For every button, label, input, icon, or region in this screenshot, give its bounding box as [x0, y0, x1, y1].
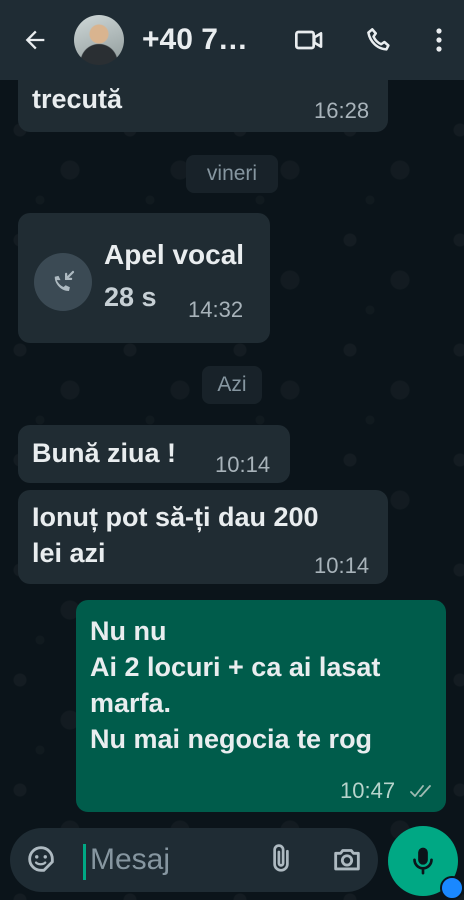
- avatar[interactable]: [74, 15, 124, 65]
- message-composer: Mesaj: [10, 828, 378, 892]
- call-title: Apel vocal: [104, 239, 245, 270]
- message-bubble-incoming[interactable]: Bună ziua ! 10:14: [18, 425, 290, 483]
- date-divider: Azi: [202, 366, 262, 404]
- message-text-line: Nu mai negocia te rog: [90, 724, 373, 754]
- camera-icon: [334, 849, 360, 871]
- camera-button[interactable]: [330, 842, 366, 878]
- message-text: trecută: [32, 84, 123, 114]
- message-time: 14:32: [188, 297, 244, 322]
- sticker-button[interactable]: [24, 842, 60, 878]
- message-bubble-outgoing[interactable]: Nu nu Ai 2 locuri + ca ai lasat marfa. N…: [76, 600, 446, 812]
- video-call-button[interactable]: [274, 0, 344, 80]
- mic-icon: [413, 847, 433, 875]
- more-vertical-icon: [436, 28, 442, 52]
- phone-call-icon: [367, 28, 390, 51]
- attach-button[interactable]: [264, 842, 300, 878]
- missed-call-indicator: [34, 253, 92, 311]
- contact-name[interactable]: +40 7…: [142, 23, 262, 57]
- more-options-button[interactable]: [414, 0, 464, 80]
- message-bubble-incoming[interactable]: Ionuț pot să-ți dau 200 lei azi 10:14: [18, 490, 388, 584]
- phone-call-button[interactable]: [344, 0, 414, 80]
- attach-icon: [273, 844, 289, 872]
- message-input[interactable]: Mesaj: [90, 843, 170, 877]
- video-call-icon: [295, 30, 323, 50]
- date-divider: vineri: [186, 155, 278, 193]
- message-text-line: marfa.: [90, 688, 172, 718]
- message-time: 10:14: [314, 553, 370, 578]
- message-text: Bună ziua !: [32, 438, 177, 468]
- message-text-line: Ai 2 locuri + ca ai lasat: [90, 652, 381, 682]
- message-text-line: Ionuț pot să-ți dau 200: [32, 502, 319, 532]
- chat-header: +40 7…: [0, 0, 464, 80]
- message-text-line: lei azi: [32, 538, 106, 568]
- read-receipt-icon: [410, 785, 431, 797]
- message-time: 16:28: [314, 98, 370, 123]
- text-cursor: [83, 844, 86, 880]
- call-duration: 28 s: [104, 282, 157, 312]
- sticker-icon: [28, 846, 54, 872]
- back-button[interactable]: [0, 0, 70, 80]
- message-time: 10:47: [340, 778, 396, 803]
- missed-call-arrow-icon: [54, 270, 75, 292]
- message-time: 10:14: [215, 452, 271, 477]
- back-arrow-icon: [25, 30, 45, 50]
- call-message-bubble[interactable]: Apel vocal 28 s 14:32: [18, 213, 270, 343]
- message-text-line: Nu nu: [90, 616, 167, 646]
- chat-bubble-icon[interactable]: [440, 876, 464, 900]
